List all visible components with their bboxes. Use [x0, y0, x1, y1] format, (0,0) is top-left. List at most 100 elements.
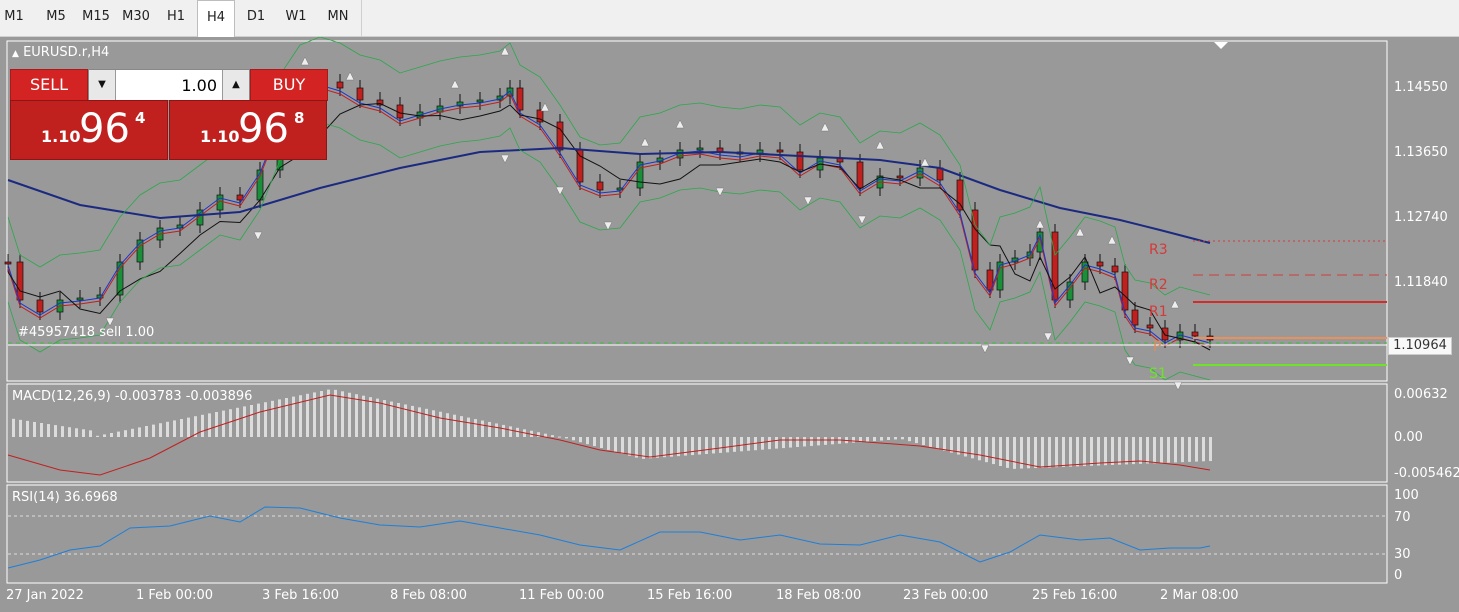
candle-body [16, 261, 24, 301]
macd-histogram-bar [495, 423, 498, 437]
tab-timeframe-mn[interactable]: MN [318, 0, 358, 34]
macd-histogram-bar [922, 437, 925, 445]
macd-histogram-bar [285, 398, 288, 437]
macd-histogram-bar [789, 437, 792, 448]
tab-timeframe-h1[interactable]: H1 [158, 0, 194, 34]
macd-histogram-bar [432, 410, 435, 437]
fractal-down-icon [857, 215, 867, 225]
macd-histogram-bar [488, 421, 491, 437]
macd-histogram-bar [775, 437, 778, 449]
time-axis-label: 25 Feb 16:00 [1032, 588, 1118, 603]
macd-histogram-bar [971, 437, 974, 459]
macd-histogram-bar [383, 400, 386, 437]
fractal-up-icon [920, 157, 930, 167]
candle-body [856, 161, 864, 189]
macd-histogram-bar [985, 437, 988, 463]
time-axis-label: 3 Feb 16:00 [262, 588, 340, 603]
macd-histogram-bar [145, 426, 148, 437]
macd-histogram-bar [418, 407, 421, 437]
candle-body [776, 149, 784, 153]
macd-histogram-bar [1041, 437, 1044, 468]
macd-histogram-bar [663, 437, 666, 458]
macd-histogram-bar [215, 412, 218, 437]
macd-histogram-bar [12, 418, 15, 437]
time-axis-label: 15 Feb 16:00 [647, 588, 733, 603]
time-axis-label: 1 Feb 00:00 [136, 588, 214, 603]
macd-histogram-bar [1069, 437, 1072, 467]
macd-histogram-bar [1048, 437, 1051, 468]
macd-histogram-bar [1083, 437, 1086, 467]
macd-histogram-bar [1111, 437, 1114, 465]
macd-histogram-bar [61, 426, 64, 437]
macd-histogram-bar [1013, 437, 1016, 469]
volume-up-icon[interactable]: ▲ [222, 70, 249, 100]
price-axis-label: 1.14550 [1394, 80, 1448, 95]
macd-histogram-bar [761, 437, 764, 450]
macd-label: MACD(12,26,9) -0.003783 -0.003896 [12, 389, 253, 404]
macd-histogram-bar [579, 437, 582, 443]
macd-histogram-bar [649, 437, 652, 459]
macd-histogram-bar [782, 437, 785, 449]
macd-histogram-bar [600, 437, 603, 448]
fractal-up-icon [300, 56, 310, 66]
candle-body [1111, 265, 1119, 273]
candle-body [916, 167, 924, 179]
tab-timeframe-m5[interactable]: M5 [38, 0, 74, 34]
macd-histogram-bar [516, 427, 519, 437]
timeframe-toolbar: M1 M5 M15 M30 H1 H4 D1 W1 MN [0, 0, 1459, 37]
time-axis-label: 8 Feb 08:00 [390, 588, 468, 603]
toolbar-divider [361, 0, 362, 36]
fractal-up-icon [450, 79, 460, 89]
rsi-axis-label: 100 [1394, 488, 1419, 503]
macd-histogram-bar [292, 396, 295, 437]
macd-histogram-bar [1181, 437, 1184, 463]
candle-body [476, 99, 484, 103]
order-label: #45957418 sell 1.00 [18, 325, 155, 340]
sell-price-prefix: 1.10 [41, 127, 81, 146]
collapse-icon[interactable]: ▲ [12, 49, 19, 59]
macd-histogram-bar [1167, 437, 1170, 463]
buy-button[interactable]: BUY [250, 69, 328, 101]
rsi-panel-border [6, 484, 1388, 584]
volume-control: ▼ ▲ [88, 69, 250, 101]
fractal-down-icon [500, 154, 510, 164]
candle-body [956, 179, 964, 211]
rsi-label: RSI(14) 36.6968 [12, 490, 118, 505]
candle-body [896, 175, 904, 179]
pivot-r3-label: R3 [1149, 242, 1168, 258]
tab-timeframe-m15[interactable]: M15 [78, 0, 114, 34]
pivot-r2-label: R2 [1149, 277, 1168, 293]
macd-histogram-bar [908, 437, 911, 442]
tab-timeframe-d1[interactable]: D1 [238, 0, 274, 34]
sell-button[interactable]: SELL [10, 69, 88, 101]
macd-histogram-bar [1104, 437, 1107, 466]
price-axis-label: 1.12740 [1394, 210, 1448, 225]
volume-input[interactable] [117, 70, 221, 100]
macd-histogram-bar [1062, 437, 1065, 467]
macd-histogram-bar [1076, 437, 1079, 467]
fractal-up-icon [820, 122, 830, 132]
macd-histogram-bar [250, 405, 253, 437]
macd-histogram-bar [593, 437, 596, 447]
macd-histogram-bar [705, 437, 708, 454]
macd-histogram-bar [586, 437, 589, 445]
macd-histogram-bar [691, 437, 694, 456]
macd-histogram-bar [1034, 437, 1037, 469]
macd-histogram-bar [929, 437, 932, 447]
volume-down-icon[interactable]: ▼ [89, 70, 116, 100]
macd-histogram-bar [68, 427, 71, 437]
tab-timeframe-m30[interactable]: M30 [118, 0, 154, 34]
macd-histogram-bar [1055, 437, 1058, 468]
macd-histogram-bar [257, 403, 260, 437]
tab-timeframe-h4[interactable]: H4 [197, 0, 235, 37]
fractal-up-icon [1107, 235, 1117, 245]
macd-histogram-bar [320, 391, 323, 437]
tab-timeframe-w1[interactable]: W1 [278, 0, 314, 34]
macd-histogram-bar [376, 398, 379, 437]
buy-price-button[interactable]: 1.10 96 8 [169, 100, 327, 160]
sell-price-button[interactable]: 1.10 96 4 [10, 100, 168, 160]
candle-body [356, 87, 364, 101]
macd-histogram-bar [54, 425, 57, 437]
candle-body [1051, 231, 1059, 301]
tab-timeframe-m1[interactable]: M1 [0, 0, 28, 34]
